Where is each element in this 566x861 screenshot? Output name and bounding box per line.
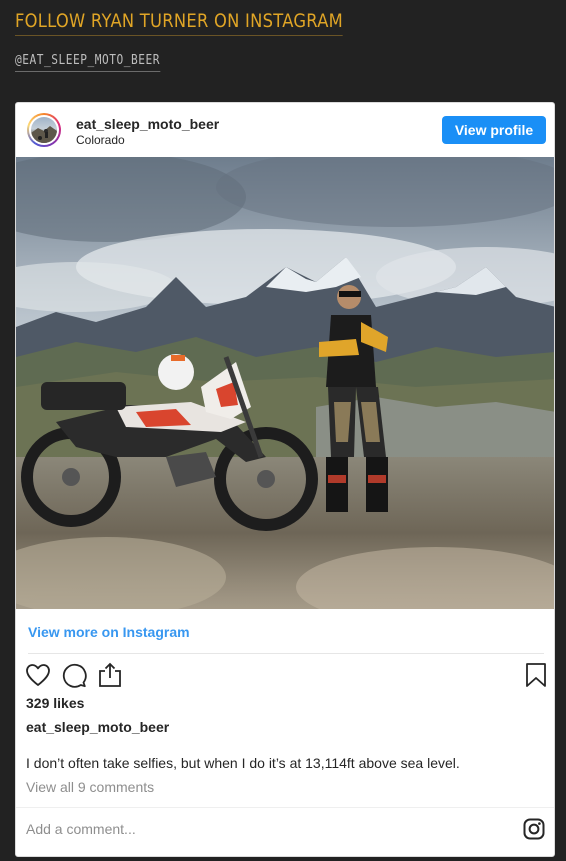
comment-bubble-icon[interactable] xyxy=(61,662,87,688)
post-location[interactable]: Colorado xyxy=(76,133,125,147)
caption-username[interactable]: eat_sleep_moto_beer xyxy=(26,719,169,735)
post-photo[interactable] xyxy=(16,157,554,609)
page-heading[interactable]: FOLLOW RYAN TURNER ON INSTAGRAM xyxy=(15,8,344,36)
bookmark-icon[interactable] xyxy=(525,662,547,688)
instagram-handle-link[interactable]: @EAT_SLEEP_MOTO_BEER xyxy=(15,52,160,72)
heart-icon[interactable] xyxy=(25,662,51,688)
view-profile-button[interactable]: View profile xyxy=(442,116,546,144)
post-caption: I don’t often take selfies, but when I d… xyxy=(26,755,460,771)
view-more-on-instagram-link[interactable]: View more on Instagram xyxy=(28,624,190,640)
post-username[interactable]: eat_sleep_moto_beer xyxy=(76,116,219,132)
divider xyxy=(28,653,544,654)
share-icon[interactable] xyxy=(97,661,123,689)
view-comments-link[interactable]: View all 9 comments xyxy=(26,779,154,795)
instagram-icon[interactable] xyxy=(523,818,545,840)
likes-count[interactable]: 329 likes xyxy=(26,695,84,711)
post-header: eat_sleep_moto_beer Colorado View profil… xyxy=(16,103,554,157)
add-comment-input[interactable]: Add a comment... xyxy=(26,821,136,837)
divider xyxy=(16,807,554,808)
avatar[interactable] xyxy=(27,113,61,147)
instagram-embed-card: eat_sleep_moto_beer Colorado View profil… xyxy=(15,102,555,857)
